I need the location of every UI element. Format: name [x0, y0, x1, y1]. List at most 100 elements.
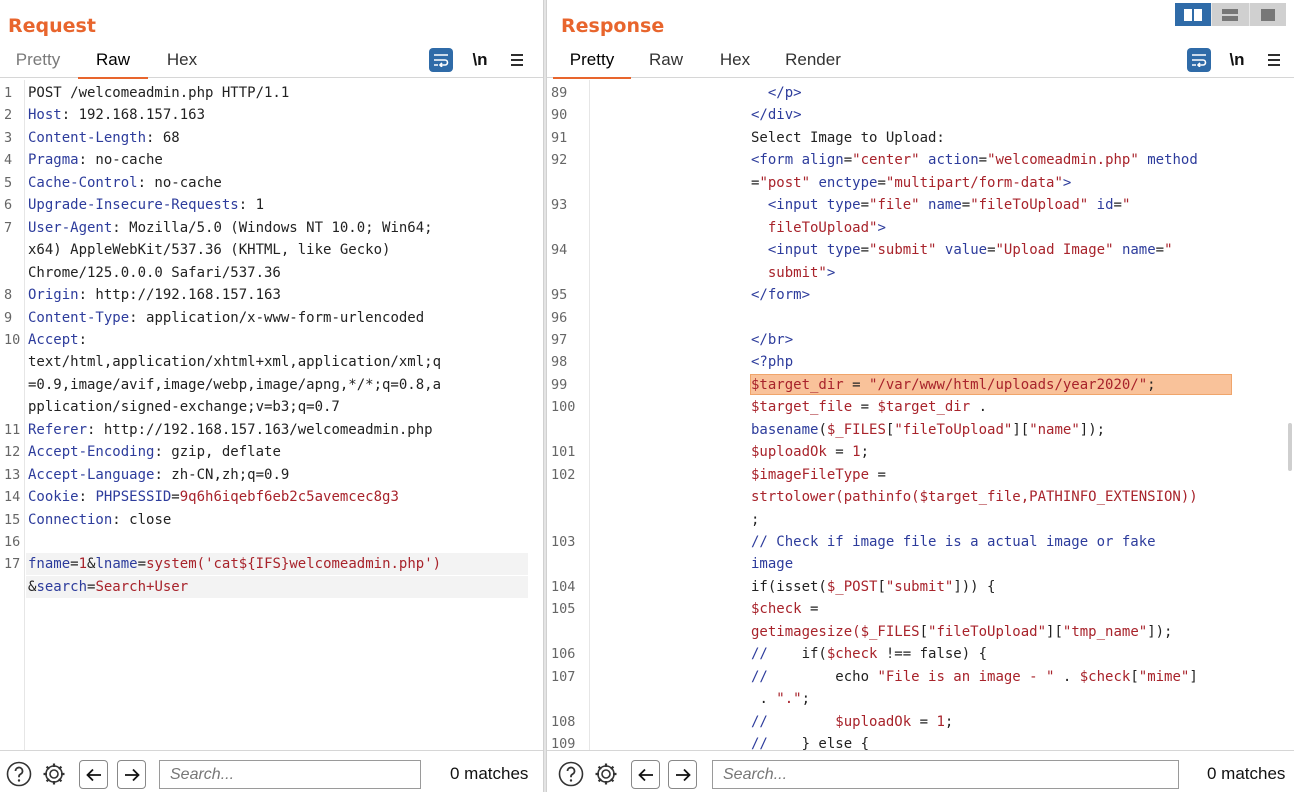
- code-line: Host: 192.168.157.163: [28, 104, 205, 126]
- next-match-button[interactable]: [668, 760, 697, 789]
- code-token: ]);: [1079, 421, 1106, 438]
- menu-button[interactable]: [1262, 48, 1286, 72]
- previous-match-button[interactable]: [631, 760, 660, 789]
- match-count: 0 matches: [1207, 764, 1286, 783]
- next-match-button[interactable]: [117, 760, 146, 789]
- previous-match-button[interactable]: [79, 760, 108, 789]
- code-token: : 1: [238, 197, 265, 214]
- code-token: <input: [767, 197, 827, 214]
- tab-hex[interactable]: Hex: [156, 50, 208, 78]
- menu-button[interactable]: [505, 48, 529, 72]
- code-token: search: [36, 578, 88, 595]
- line-number: 7: [4, 219, 13, 236]
- code-token: [: [919, 623, 929, 640]
- help-button[interactable]: [558, 761, 584, 787]
- code-token: system('cat${IFS}welcomeadmin.php'): [146, 556, 442, 573]
- gear-icon: [595, 763, 617, 785]
- code-token: $target_file: [751, 399, 853, 416]
- code-token: Select Image to Upload:: [751, 129, 945, 146]
- code-token: =: [987, 242, 996, 259]
- code-token: ;: [801, 691, 811, 708]
- tab-hex[interactable]: Hex: [709, 50, 761, 78]
- code-token: =: [911, 713, 937, 730]
- code-line: ;: [751, 509, 759, 531]
- tab-pretty[interactable]: Pretty: [553, 50, 631, 79]
- code-line: // if($check !== false) {: [751, 643, 987, 665]
- search-input[interactable]: [159, 760, 421, 789]
- code-line: Accept-Encoding: gzip, deflate: [28, 441, 281, 463]
- arrow-left-icon: [637, 768, 653, 781]
- tab-pretty[interactable]: Pretty: [6, 50, 70, 78]
- request-title: Request: [8, 15, 96, 37]
- code-token: :: [78, 331, 88, 348]
- arrow-left-icon: [85, 768, 101, 781]
- line-number: 2: [4, 107, 13, 124]
- code-line: $uploadOk = 1;: [751, 441, 869, 463]
- code-token: [: [1130, 668, 1139, 685]
- wrap-text-button[interactable]: [429, 48, 453, 72]
- code-token: $_FILES: [826, 421, 886, 438]
- code-token: </div>: [751, 107, 802, 124]
- tab-raw[interactable]: Raw: [78, 50, 148, 79]
- response-pane: Response Pretty Raw Hex Render \n 89 </p…: [547, 0, 1294, 792]
- settings-button[interactable]: [593, 761, 619, 787]
- code-token: echo: [767, 668, 878, 685]
- code-token: ".": [776, 691, 802, 708]
- line-number: 5: [4, 174, 13, 191]
- code-token: //: [751, 736, 768, 750]
- code-token: Referer: [28, 421, 88, 438]
- code-token: $check: [1079, 668, 1131, 685]
- settings-button[interactable]: [41, 761, 67, 787]
- wrap-text-button[interactable]: [1187, 48, 1211, 72]
- code-line: // $uploadOk = 1;: [751, 711, 953, 733]
- code-token: "/var/www/html/uploads/year2020/": [869, 376, 1148, 393]
- code-token: <?php: [751, 354, 794, 371]
- code-token: ": [1164, 242, 1173, 259]
- line-number: 99: [551, 376, 568, 393]
- code-token: Accept-Language: [28, 466, 155, 483]
- line-number: 103: [551, 534, 576, 550]
- code-token: =: [70, 556, 79, 573]
- code-line: . ".";: [751, 688, 810, 710]
- search-input[interactable]: [712, 760, 1179, 789]
- layout-single-button[interactable]: [1249, 3, 1286, 26]
- request-editor[interactable]: 1 POST /welcomeadmin.php HTTP/1.1 2 Host: 1…: [0, 80, 543, 750]
- code-line: </form>: [751, 284, 810, 306]
- line-number: 10: [4, 331, 21, 348]
- help-button[interactable]: [6, 761, 32, 787]
- code-token: <input: [767, 242, 827, 259]
- request-tabs: Pretty Raw Hex: [0, 44, 543, 79]
- code-token: Accept: [28, 331, 79, 348]
- tab-raw[interactable]: Raw: [639, 50, 693, 78]
- response-editor[interactable]: 89 </p> 90 </div> 91 Select Image to Upload:…: [547, 80, 1294, 750]
- code-token: ;: [860, 444, 870, 461]
- show-newlines-button[interactable]: \n: [1225, 48, 1249, 72]
- code-line: Referer: http://192.168.157.163/welcomea…: [28, 419, 433, 441]
- code-token: name: [1121, 242, 1156, 259]
- line-number: 105: [551, 601, 576, 618]
- code-token: //: [751, 646, 768, 663]
- code-token: $target_dir: [751, 376, 844, 393]
- layout-split-button[interactable]: [1175, 3, 1213, 26]
- show-newlines-button[interactable]: \n: [468, 48, 492, 72]
- line-number: 4: [4, 152, 13, 169]
- code-line: if(isset($_POST["submit"])) {: [751, 576, 995, 598]
- layout-horizontal-button[interactable]: [1212, 3, 1250, 26]
- code-token: </form>: [751, 287, 811, 304]
- code-token: Search+User: [95, 578, 189, 595]
- tab-render[interactable]: Render: [779, 50, 847, 78]
- code-line: x64) AppleWebKit/537.36 (KHTML, like Gec…: [28, 239, 390, 261]
- code-token: Cache-Control: [28, 174, 138, 191]
- code-line: Accept:: [28, 329, 87, 351]
- code-token: Upgrade-Insecure-Requests: [28, 197, 239, 214]
- code-token: Content-Length: [28, 129, 147, 146]
- scrollbar-thumb[interactable]: [1288, 423, 1292, 471]
- code-line: <input type="submit" value="Upload Image…: [751, 239, 1173, 261]
- code-token: basename: [751, 421, 819, 438]
- code-line: Cache-Control: no-cache: [28, 172, 222, 194]
- layout-switcher: [1175, 3, 1286, 26]
- code-token: Accept-Encoding: [28, 444, 155, 461]
